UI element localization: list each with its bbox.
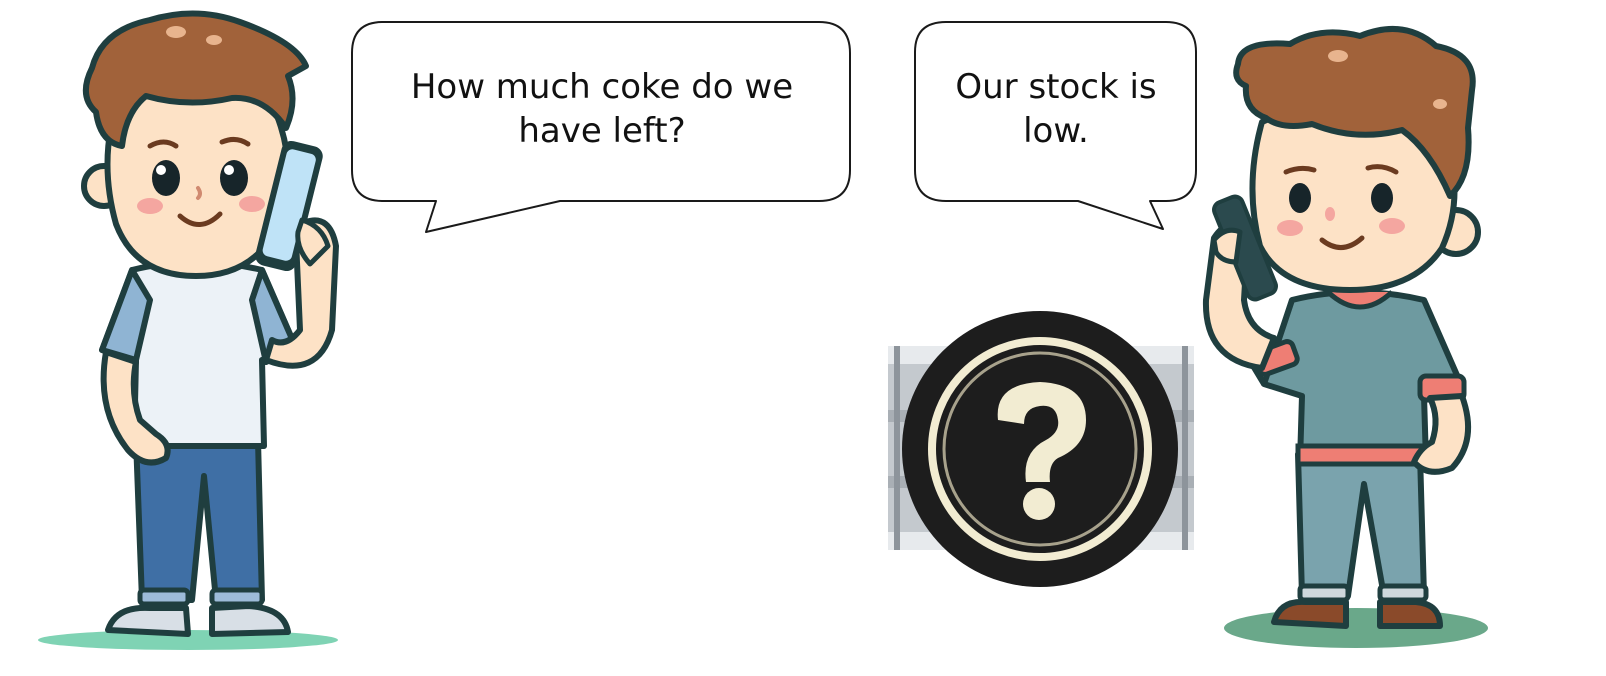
- left-shoe: [105, 604, 191, 637]
- left-speech-line-2: have left?: [518, 111, 686, 151]
- right-person: [1202, 25, 1488, 648]
- right-pants: [1295, 451, 1427, 599]
- right-shoe: [1271, 598, 1349, 629]
- left-shoe-2: [209, 603, 291, 637]
- right-speech-line-1: Our stock is: [955, 67, 1157, 107]
- right-speech-text: Our stock is low.: [924, 24, 1188, 194]
- right-speech-line-2: low.: [1023, 111, 1089, 151]
- right-ground-shadow: [1224, 608, 1488, 648]
- stock-question-badge: [888, 311, 1194, 587]
- left-person: [38, 10, 339, 650]
- right-shoe-2: [1377, 599, 1443, 629]
- left-speech-text: How much coke do we have left?: [362, 24, 842, 194]
- left-speech-line-1: How much coke do we: [410, 67, 794, 107]
